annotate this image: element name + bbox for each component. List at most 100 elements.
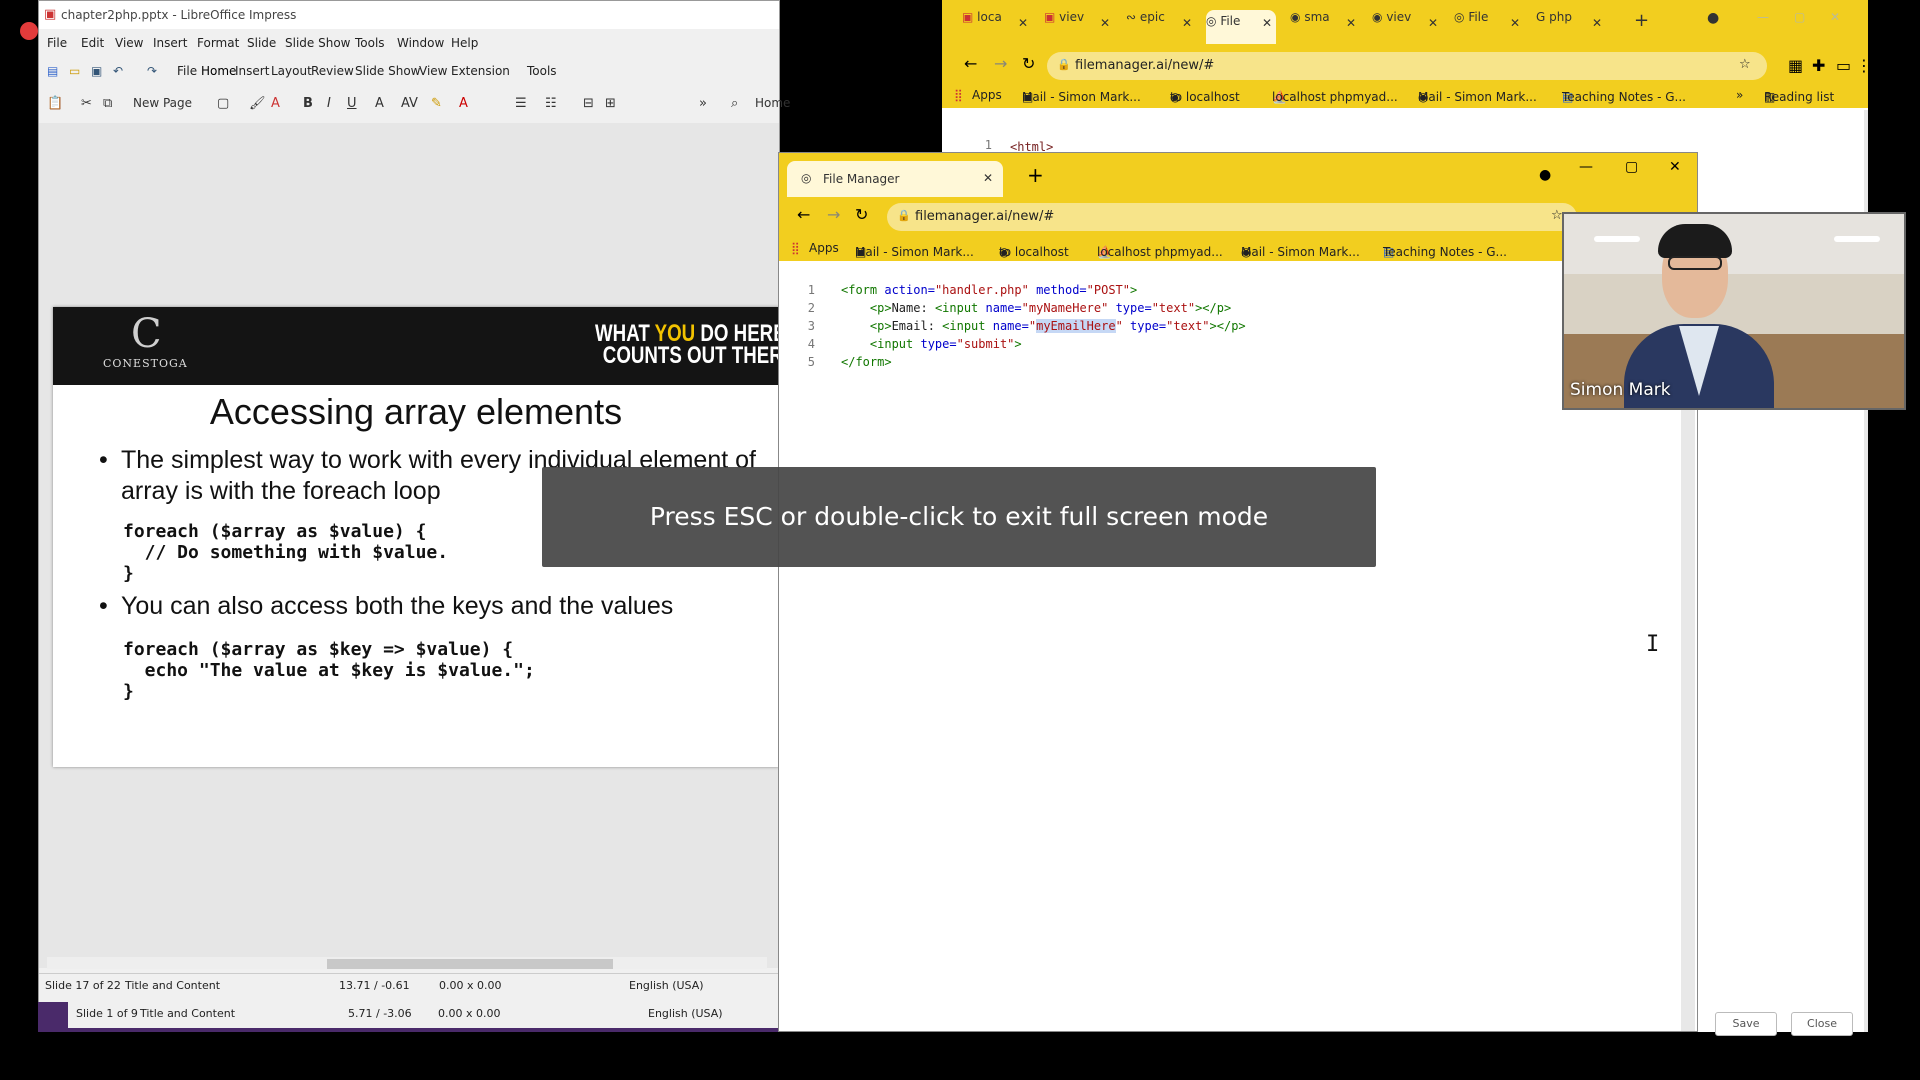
- menu-tools[interactable]: Tools: [355, 36, 385, 50]
- tab-insert[interactable]: Insert: [235, 64, 269, 78]
- reload-icon[interactable]: ↻: [1022, 54, 1035, 73]
- indent-icon[interactable]: ⊟: [583, 96, 594, 111]
- close-window-icon[interactable]: ✕: [1830, 10, 1850, 40]
- bookmark-apps[interactable]: Apps: [809, 241, 839, 255]
- close-icon[interactable]: ✕: [1510, 16, 1520, 30]
- spacing-icon[interactable]: AV: [401, 96, 418, 111]
- menu-insert[interactable]: Insert: [153, 36, 187, 50]
- forward-icon[interactable]: →: [827, 205, 840, 224]
- back-tab[interactable]: ∾ epic ✕: [1126, 10, 1196, 40]
- close-icon[interactable]: ✕: [1262, 16, 1272, 30]
- apps-icon[interactable]: ⣿: [791, 241, 800, 255]
- menu-icon[interactable]: ⋮: [1856, 56, 1872, 75]
- back-tab[interactable]: ▣ viev ✕: [1044, 10, 1114, 40]
- back-tab[interactable]: ▣ loca ✕: [962, 10, 1032, 40]
- close-icon[interactable]: ✕: [1018, 16, 1028, 30]
- front-bookmarks-bar: ⣿ Apps ▣ Mail - Simon Mark... ◉ to local…: [779, 237, 1697, 261]
- language[interactable]: English (USA): [629, 979, 704, 992]
- back-tab[interactable]: ◉ viev ✕: [1372, 10, 1442, 40]
- maximize-icon[interactable]: ▢: [1625, 159, 1638, 175]
- maximize-icon[interactable]: ▢: [1794, 10, 1814, 40]
- copy-icon[interactable]: ⧉: [103, 96, 112, 111]
- back-icon[interactable]: ←: [964, 54, 977, 73]
- minimize-icon[interactable]: —: [1579, 159, 1593, 175]
- back-tab[interactable]: ◎ File ✕: [1454, 10, 1524, 40]
- tab-tools[interactable]: Tools: [527, 64, 557, 78]
- bookmark-apps[interactable]: Apps: [972, 88, 1002, 102]
- reload-icon[interactable]: ↻: [855, 205, 868, 224]
- new-tab-icon[interactable]: +: [1027, 163, 1044, 187]
- close-icon[interactable]: ✕: [1346, 16, 1356, 30]
- new-tab-icon[interactable]: +: [1634, 10, 1654, 40]
- close-icon[interactable]: ✕: [1428, 16, 1438, 30]
- minimize-icon[interactable]: —: [1757, 10, 1777, 40]
- find-icon[interactable]: ⌕: [731, 96, 738, 111]
- duplicate-icon[interactable]: ▢: [217, 96, 229, 111]
- home-dropdown[interactable]: Home: [755, 96, 790, 110]
- back-tab[interactable]: G php ✕: [1536, 10, 1606, 40]
- open-icon[interactable]: ▭: [69, 64, 80, 78]
- back-icon[interactable]: ←: [797, 205, 810, 224]
- tab-review[interactable]: Review: [311, 64, 354, 78]
- code-editor[interactable]: 1 2 3 4 5 <form action="handler.php" met…: [779, 261, 1697, 1031]
- clear-format-icon[interactable]: A: [271, 96, 280, 111]
- menu-edit[interactable]: Edit: [81, 36, 104, 50]
- close-button[interactable]: Close: [1791, 1012, 1853, 1036]
- profile-icon[interactable]: ●: [1539, 167, 1551, 183]
- tab-home[interactable]: Home: [201, 64, 236, 78]
- lock-icon: 🔒: [1057, 58, 1071, 71]
- profile-icon[interactable]: ●: [1707, 10, 1727, 40]
- menu-format[interactable]: Format: [197, 36, 239, 50]
- tab-file[interactable]: File: [177, 64, 197, 78]
- tab-view[interactable]: View: [419, 64, 447, 78]
- more-icon[interactable]: »: [699, 96, 707, 111]
- paste-icon[interactable]: 📋: [47, 96, 63, 111]
- back-tab-active[interactable]: ◎ File ✕: [1206, 10, 1276, 44]
- menu-file[interactable]: File: [47, 36, 67, 50]
- media-icon[interactable]: ▭: [1836, 56, 1851, 75]
- forward-icon[interactable]: →: [994, 54, 1007, 73]
- close-window-icon[interactable]: ✕: [1669, 159, 1681, 175]
- puzzle-icon[interactable]: ✚: [1812, 56, 1825, 75]
- save-button[interactable]: Save: [1715, 1012, 1777, 1036]
- front-address-bar[interactable]: 🔒 filemanager.ai/new/# ☆: [887, 203, 1577, 231]
- highlight-icon[interactable]: ✎: [431, 96, 442, 111]
- numbering-icon[interactable]: ☷: [545, 96, 557, 111]
- redo-icon[interactable]: ↷: [147, 64, 157, 78]
- star-icon[interactable]: ☆: [1739, 57, 1751, 72]
- apps-icon[interactable]: ⣿: [954, 88, 963, 102]
- italic-icon[interactable]: I: [327, 96, 331, 111]
- font-color-icon[interactable]: A: [459, 96, 468, 111]
- underline-icon[interactable]: U: [347, 96, 357, 111]
- close-icon[interactable]: ✕: [1182, 16, 1192, 30]
- save-icon[interactable]: ▤: [47, 64, 58, 78]
- tab-slide-show[interactable]: Slide Show: [355, 64, 420, 78]
- back-address-bar[interactable]: 🔒 filemanager.ai/new/# ☆: [1047, 52, 1767, 80]
- menu-view[interactable]: View: [115, 36, 143, 50]
- horizontal-scroll-thumb[interactable]: [327, 959, 613, 969]
- menu-help[interactable]: Help: [451, 36, 478, 50]
- cut-icon[interactable]: ✂: [81, 96, 92, 111]
- extension-icon[interactable]: ▦: [1788, 56, 1803, 75]
- menu-window[interactable]: Window: [397, 36, 444, 50]
- more-bookmarks-icon[interactable]: »: [1736, 88, 1743, 102]
- new-page-button[interactable]: New Page: [133, 96, 192, 110]
- tab-file-manager[interactable]: ◎ File Manager ✕: [787, 161, 1003, 197]
- outdent-icon[interactable]: ⊞: [605, 96, 616, 111]
- close-icon[interactable]: ✕: [1592, 16, 1602, 30]
- tab-extension[interactable]: Extension: [451, 64, 510, 78]
- menu-slide-show[interactable]: Slide Show: [285, 36, 350, 50]
- back-tab[interactable]: ◉ sma ✕: [1290, 10, 1360, 40]
- star-icon[interactable]: ☆: [1551, 208, 1563, 223]
- close-icon[interactable]: ✕: [983, 171, 993, 185]
- undo-icon[interactable]: ↶: [113, 64, 123, 78]
- save-doc-icon[interactable]: ▣: [91, 64, 102, 78]
- close-icon[interactable]: ✕: [1100, 16, 1110, 30]
- language-2[interactable]: English (USA): [648, 1007, 723, 1020]
- menu-slide[interactable]: Slide: [247, 36, 276, 50]
- bold-icon[interactable]: B: [303, 96, 313, 111]
- tab-layout[interactable]: Layout: [271, 64, 312, 78]
- shadow-icon[interactable]: A: [375, 96, 384, 111]
- clone-icon[interactable]: 🖌: [249, 96, 266, 111]
- bullets-icon[interactable]: ☰: [515, 96, 527, 111]
